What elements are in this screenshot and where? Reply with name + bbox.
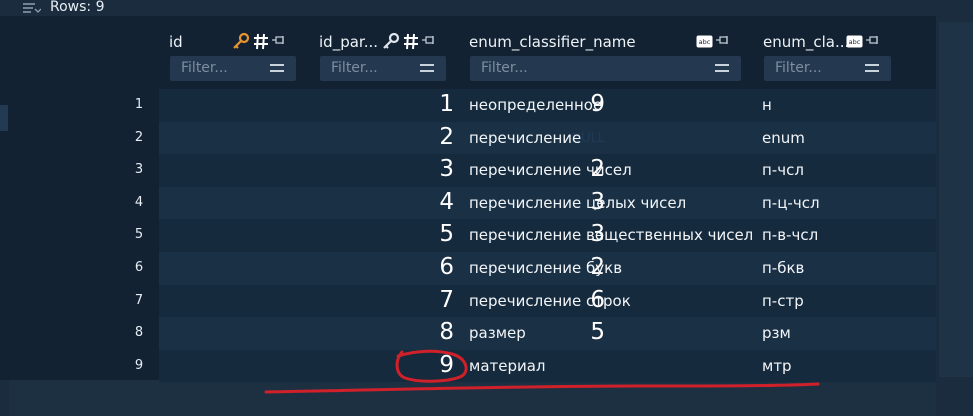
filter-placeholder: Filter... [331, 60, 378, 76]
cell-enum-classifier-name[interactable]: перечисление целых чисел [469, 194, 686, 212]
filter-placeholder: Filter... [481, 60, 528, 76]
toolbar: Rows: 9 [0, 0, 973, 16]
cell-enum-classifier-name[interactable]: перечисление чисел [469, 161, 632, 179]
cell-enum-classifier-short[interactable]: рзм [762, 324, 791, 342]
cell-enum-classifier-name[interactable]: перечисление [469, 129, 581, 147]
pin-icon[interactable] [272, 34, 286, 48]
table-row[interactable]: 3 3 2 перечисление чисел п-чсл [135, 154, 936, 187]
row-number: 4 [134, 194, 144, 210]
column-header-id-parent[interactable]: id_par... [319, 33, 378, 51]
row-selector-marker [0, 105, 8, 131]
cell-enum-classifier-name[interactable]: перечисление вещественных чисел [469, 226, 753, 244]
column-header-enum-classifier-name[interactable]: enum_classifier_name [469, 33, 636, 51]
cell-id[interactable]: 4 [439, 189, 454, 215]
row-count-label: Rows: 9 [50, 0, 105, 15]
cell-enum-classifier-short[interactable]: мтр [762, 357, 792, 375]
svg-text:abc: abc [699, 38, 711, 46]
column-header-id-parent-icons [382, 32, 436, 50]
cell-id[interactable]: 6 [439, 254, 454, 280]
cell-id[interactable]: 3 [439, 156, 454, 182]
filter-menu-icon[interactable] [270, 63, 284, 73]
column-header-enum-classifier-short[interactable]: enum_cla... [763, 33, 849, 51]
pin-icon[interactable] [422, 34, 436, 48]
column-header-enum-classifier-name-icons: abc [696, 34, 730, 48]
table-row[interactable]: 2 2 NULL перечисление enum [135, 121, 936, 155]
horizontal-scrollbar[interactable] [9, 380, 936, 416]
pin-icon[interactable] [716, 34, 730, 48]
filter-menu-icon[interactable] [420, 63, 434, 73]
column-header-id[interactable]: id [169, 33, 183, 51]
table-row[interactable]: 4 4 3 перечисление целых чисел п-ц-чсл [135, 186, 936, 220]
row-number: 9 [134, 357, 144, 373]
filter-input-id[interactable]: Filter... [170, 56, 296, 81]
cell-enum-classifier-short[interactable]: п-ц-чсл [762, 194, 820, 212]
cell-enum-classifier-short[interactable]: п-в-чсл [762, 226, 818, 244]
filter-input-enum-classifier-name[interactable]: Filter... [470, 56, 741, 81]
column-header-id-icons [232, 32, 286, 50]
row-number: 7 [134, 292, 144, 308]
row-number: 6 [134, 259, 144, 275]
filter-input-id-parent[interactable]: Filter... [320, 56, 446, 81]
cell-enum-classifier-name[interactable]: материал [469, 357, 546, 375]
filter-placeholder: Filter... [775, 60, 822, 76]
table-body: 1 1 9 неопределенное н 2 2 NULL перечисл… [135, 89, 936, 383]
table-row[interactable]: 7 7 6 перечисление строк п-стр [135, 284, 936, 318]
table-row[interactable]: 6 6 2 перечисление букв п-бкв [135, 251, 936, 285]
cell-enum-classifier-name[interactable]: размер [469, 324, 526, 342]
filter-placeholder: Filter... [181, 60, 228, 76]
cell-id[interactable]: 8 [439, 319, 454, 345]
cell-id[interactable]: 2 [439, 124, 454, 150]
table-row[interactable]: 9 9 материал мтр [135, 349, 936, 383]
cell-id[interactable]: 9 [439, 352, 454, 378]
list-filter-icon[interactable] [23, 2, 41, 14]
svg-text:abc: abc [849, 38, 861, 46]
cell-enum-classifier-name[interactable]: перечисление строк [469, 292, 631, 310]
column-header-enum-classifier-short-icons: abc [846, 34, 880, 48]
filter-input-enum-classifier-short[interactable]: Filter... [764, 56, 891, 81]
cell-enum-classifier-short[interactable]: п-бкв [762, 259, 804, 277]
abc-icon: abc [696, 35, 713, 47]
cell-id[interactable]: 1 [439, 91, 454, 117]
filter-menu-icon[interactable] [865, 63, 879, 73]
abc-icon: abc [846, 35, 863, 47]
table-row[interactable]: 1 1 9 неопределенное н [135, 89, 936, 122]
cell-enum-classifier-short[interactable]: п-чсл [762, 161, 804, 179]
key-icon [233, 32, 250, 49]
row-number: 1 [134, 97, 144, 112]
row-number: 3 [134, 162, 144, 178]
row-number: 5 [134, 227, 144, 243]
row-number: 2 [134, 129, 144, 145]
row-number: 8 [134, 325, 144, 341]
cell-id[interactable]: 7 [439, 287, 454, 313]
vertical-scrollbar[interactable] [939, 22, 973, 377]
cell-id[interactable]: 5 [439, 221, 454, 247]
cell-enum-classifier-short[interactable]: п-стр [762, 292, 804, 310]
cell-enum-classifier-short[interactable]: enum [762, 129, 805, 147]
key-icon [383, 32, 400, 49]
cell-enum-classifier-name[interactable]: неопределенное [469, 96, 602, 114]
cell-enum-classifier-name[interactable]: перечисление букв [469, 259, 622, 277]
filter-menu-icon[interactable] [715, 63, 729, 73]
cell-id-parent[interactable]: 5 [590, 319, 605, 345]
hash-icon [404, 33, 418, 50]
table-row[interactable]: 8 8 5 размер рзм [135, 317, 936, 350]
hash-icon [254, 33, 268, 50]
pin-icon[interactable] [866, 34, 880, 48]
table-row[interactable]: 5 5 3 перечисление вещественных чисел п-… [135, 219, 936, 252]
cell-enum-classifier-short[interactable]: н [762, 96, 772, 114]
